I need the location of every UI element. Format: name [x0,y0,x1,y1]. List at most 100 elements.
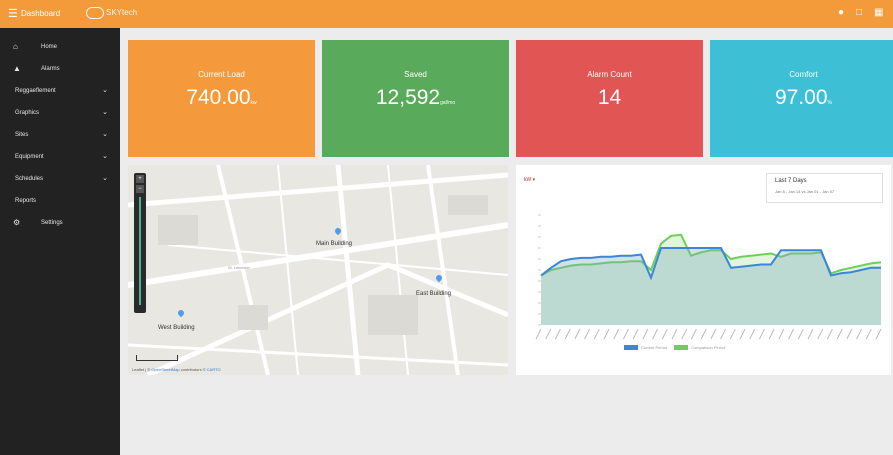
marker-pin-icon [434,273,444,283]
date-range-title: Last 7 Days [775,178,807,184]
x-tick [554,328,561,340]
x-tick [817,328,824,340]
card-label: Comfort [789,70,818,79]
date-range-subtitle: Jan 8 - Jan 14 vs Jan 01 - Jan 07 [775,189,835,194]
series-area-0 [541,248,881,325]
x-tick [661,328,668,340]
sidebar-item-label: Alarms [41,66,60,72]
attribution-prefix: Leaflet [132,367,145,372]
x-tick [836,328,843,340]
x-tick [593,328,600,340]
current-load-card[interactable]: Current Load 740.00kw [128,40,315,157]
brand-logo: SKYtech [86,7,137,19]
menu-icon[interactable]: ☰ [8,8,18,20]
date-range-picker[interactable]: Last 7 Days Jan 8 - Jan 14 vs Jan 01 - J… [766,173,883,203]
comfort-card[interactable]: Comfort 97.00% [710,40,893,157]
x-tick [652,328,659,340]
cloud-icon [86,7,104,19]
card-label: Current Load [198,70,245,79]
map-marker[interactable] [434,273,444,287]
map-streets [128,165,508,375]
scale-bar [136,355,178,361]
sidebar-item-settings[interactable]: ⚙ Settings [0,212,120,234]
grid-icon[interactable]: ▦ [874,8,884,18]
marker-pin-icon [333,226,343,236]
user-icon[interactable]: ● [838,8,848,18]
card-label: Alarm Count [587,70,632,79]
x-tick [564,328,571,340]
chart-legend: Current Period Comparison Period [624,345,725,351]
x-tick [584,328,591,340]
chevron-down-icon: ⌄ [102,87,108,94]
x-tick [758,328,765,340]
attribution-text: contributors [180,367,202,372]
bell-icon: ▲ [13,64,21,73]
page-title: Dashboard [21,9,61,18]
map-panel[interactable]: + − Main Building East Building West Bui… [128,165,508,375]
sidebar-item-home[interactable]: ⌂ Home [0,36,120,58]
x-tick [710,328,717,340]
zoom-out-button[interactable]: − [136,185,144,193]
x-tick [720,328,727,340]
map-attribution: Leaflet | © OpenStreetMap contributors ©… [132,367,221,372]
attribution-link[interactable]: OpenStreetMap [151,367,179,372]
fullscreen-icon[interactable]: □ [856,8,866,18]
sidebar-item-label: Settings [41,220,63,226]
card-value: 740.00kw [128,86,315,110]
sidebar-item-reports[interactable]: Reports [0,190,120,212]
sidebar-item-equipment[interactable]: Equipment ⌄ [0,146,120,168]
chart-panel: kW ▾ Last 7 Days Jan 8 - Jan 14 vs Jan 0… [516,165,891,375]
x-tick [856,328,863,340]
x-tick [797,328,804,340]
map-label-main: Main Building [316,241,353,247]
selector-label: kW [524,177,532,183]
x-tick [788,328,795,340]
sidebar-item-label: Graphics [15,110,40,116]
zoom-control[interactable]: + − [134,173,146,313]
x-tick [875,328,882,340]
card-value: 14 [516,86,703,110]
sidebar-item-label: Reports [15,198,37,204]
zoom-in-button[interactable]: + [136,175,144,183]
x-tick [778,328,785,340]
x-tick [681,328,688,340]
x-tick [690,328,697,340]
gear-icon: ⚙ [13,218,21,227]
sidebar-item-sites[interactable]: Sites ⌄ [0,124,120,146]
chevron-down-icon: ⌄ [102,131,108,138]
x-tick [826,328,833,340]
alarm-count-card[interactable]: Alarm Count 14 [516,40,703,157]
map-marker[interactable] [176,308,186,322]
sidebar-item-alarms[interactable]: ▲ Alarms [0,58,120,80]
legend-swatch-green [674,345,689,351]
x-tick [671,328,678,340]
zoom-slider-track[interactable] [139,197,141,305]
value-unit: % [827,100,832,106]
map-label-street: W. Leicester [228,265,251,270]
marker-pin-icon [176,308,186,318]
sidebar-item-label: Reggaeflement [15,88,56,94]
attribution-link[interactable]: CARTO [207,367,221,372]
x-tick [700,328,707,340]
value-number: 12,592 [375,86,441,109]
card-value: 12,592gal/mo [322,86,509,110]
sidebar-item-management[interactable]: Reggaeflement ⌄ [0,80,120,102]
sidebar-item-label: Home [41,44,58,50]
value-unit: gal/mo [440,100,456,106]
map-marker[interactable] [333,226,343,240]
x-tick [545,328,552,340]
value-unit: kw [250,100,257,106]
sidebar-item-graphics[interactable]: Graphics ⌄ [0,102,120,124]
home-icon: ⌂ [13,42,18,51]
sidebar-item-schedules[interactable]: Schedules ⌄ [0,168,120,190]
sidebar-item-label: Schedules [15,176,44,182]
unit-selector[interactable]: kW ▾ [524,177,535,183]
x-tick [632,328,639,340]
x-tick [729,328,736,340]
card-value: 97.00% [710,86,893,110]
x-tick [846,328,853,340]
x-tick [622,328,629,340]
value-number: 97.00 [774,86,828,109]
x-tick [768,328,775,340]
saved-card[interactable]: Saved 12,592gal/mo [322,40,509,157]
